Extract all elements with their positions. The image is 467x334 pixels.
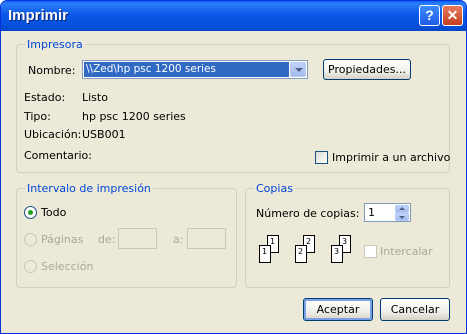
window-title: Imprimir — [8, 7, 69, 24]
range-all-label[interactable]: Todo — [41, 206, 66, 219]
range-to-input[interactable] — [187, 228, 226, 249]
status-label: Estado: — [24, 91, 66, 104]
range-from-label: de: — [98, 233, 116, 246]
help-icon[interactable]: ? — [419, 5, 440, 26]
type-value: hp psc 1200 series — [82, 110, 186, 123]
range-selection-label[interactable]: Selección — [41, 260, 93, 273]
status-value: Listo — [82, 91, 108, 104]
title-bar[interactable]: Imprimir ? ✕ — [1, 1, 466, 31]
printer-select-value: \\Zed\hp psc 1200 series — [84, 62, 289, 77]
copies-count-label: Número de copias: — [256, 207, 360, 220]
type-label: Tipo: — [24, 110, 51, 123]
range-from-input[interactable] — [118, 228, 157, 249]
print-to-file-label[interactable]: Imprimir a un archivo — [332, 151, 450, 164]
printer-name-label: Nombre: — [28, 64, 76, 77]
range-all-radio[interactable] — [24, 206, 37, 219]
close-icon[interactable]: ✕ — [442, 5, 463, 26]
location-label: Ubicación: — [24, 128, 82, 141]
copies-legend: Copias — [254, 182, 295, 195]
collate-page-front-2: 2 — [295, 245, 307, 263]
comment-label: Comentario: — [24, 149, 92, 162]
range-pages-label[interactable]: Páginas — [41, 233, 83, 246]
printer-group-legend: Impresora — [25, 38, 85, 51]
copies-count-spinner[interactable]: 1 — [364, 203, 411, 222]
range-selection-radio[interactable] — [24, 260, 37, 273]
ok-button[interactable]: Aceptar — [303, 298, 373, 321]
collate-page-front-1: 1 — [259, 245, 271, 263]
chevron-down-icon[interactable] — [290, 62, 306, 77]
properties-button[interactable]: Propiedades... — [323, 59, 411, 80]
collate-page-front-3: 3 — [331, 245, 343, 263]
collate-checkbox[interactable] — [364, 245, 377, 258]
cancel-button[interactable]: Cancelar — [380, 298, 450, 321]
spin-down-icon[interactable] — [395, 213, 409, 221]
print-to-file-checkbox[interactable] — [315, 151, 328, 164]
collate-label[interactable]: Intercalar — [380, 245, 433, 258]
range-to-label: a: — [173, 233, 184, 246]
spin-up-icon[interactable] — [395, 205, 409, 213]
range-pages-radio[interactable] — [24, 233, 37, 246]
print-dialog: Imprimir ? ✕ Impresora Nombre: \\Zed\hp … — [0, 0, 467, 334]
location-value: USB001 — [82, 128, 126, 141]
printer-select[interactable]: \\Zed\hp psc 1200 series — [82, 60, 308, 79]
print-range-legend: Intervalo de impresión — [25, 182, 153, 195]
copies-count-value[interactable]: 1 — [368, 206, 375, 219]
